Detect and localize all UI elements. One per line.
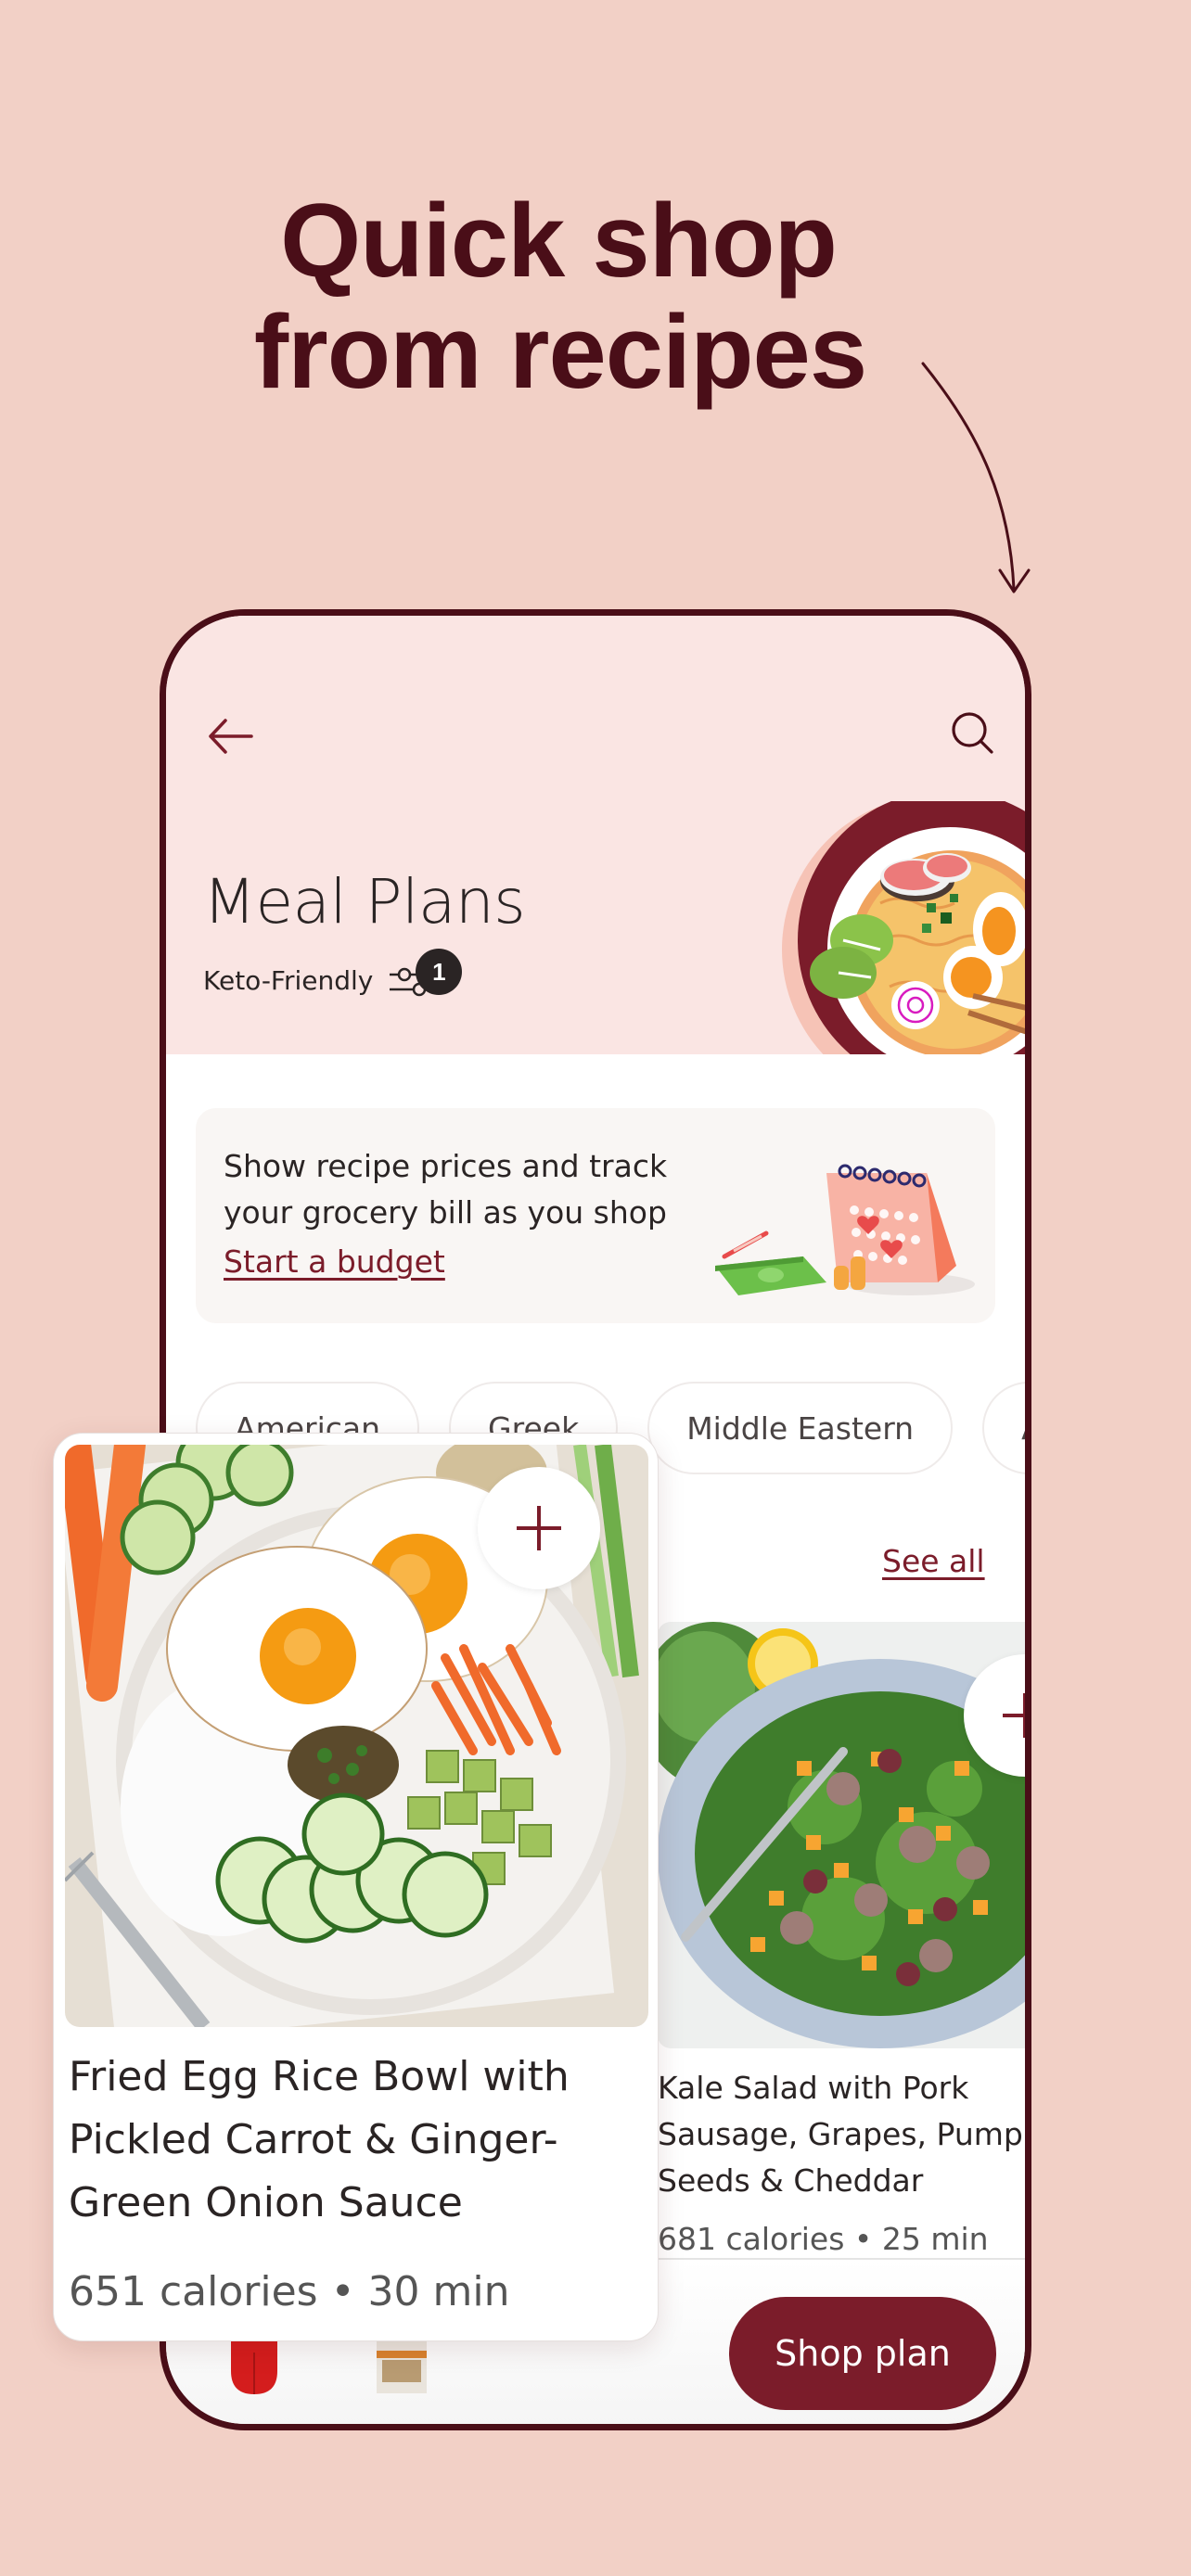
- featured-recipe-card[interactable]: Fried Egg Rice Bowl with Pickled Carrot …: [53, 1433, 659, 2341]
- budget-promo-text: Show recipe prices and track your grocer…: [224, 1148, 668, 1231]
- recipe-title-line: Seeds & Cheddar: [658, 2162, 924, 2199]
- recipe-title: Fried Egg Rice Bowl with Pickled Carrot …: [69, 2053, 570, 2226]
- start-budget-link[interactable]: Start a budget: [224, 1243, 445, 1280]
- search-icon: [952, 712, 993, 754]
- plus-icon: [517, 1506, 561, 1550]
- hero-header: Meal Plans Keto-Friendly 1: [166, 616, 1025, 1054]
- chip-middle-eastern[interactable]: Middle Eastern: [647, 1382, 954, 1474]
- recipe-title-line: Kale Salad with Pork: [658, 2070, 969, 2106]
- ingredient-thumb-granola: [375, 2341, 430, 2401]
- recipe-meta: 681 calories • 25 min: [658, 2221, 989, 2257]
- back-button[interactable]: [203, 707, 259, 762]
- filter-label: Keto-Friendly: [203, 964, 374, 996]
- arrow-left-icon: [209, 719, 253, 754]
- add-recipe-button[interactable]: [478, 1467, 600, 1589]
- page-title: Meal Plans: [203, 866, 526, 937]
- recipe-card[interactable]: Kale Salad with Pork Sausage, Grapes, Pu…: [658, 1622, 1031, 2327]
- calendar-budget-illustration: [715, 1127, 984, 1312]
- active-filter: Keto-Friendly 1: [203, 949, 463, 1006]
- recipe-title: Kale Salad with Pork Sausage, Grapes, Pu…: [658, 2065, 1031, 2204]
- shop-plan-button[interactable]: Shop plan: [729, 2297, 996, 2410]
- filter-button[interactable]: 1: [388, 949, 463, 1006]
- filter-count-badge: 1: [416, 949, 463, 995]
- budget-promo-card: Show recipe prices and track your grocer…: [196, 1108, 995, 1323]
- chip-asian[interactable]: Asian: [982, 1382, 1025, 1474]
- plus-icon: [1003, 1693, 1025, 1738]
- recipe-title-line: Sausage, Grapes, Pumpkin: [658, 2116, 1031, 2152]
- recipe-meta: 651 calories • 30 min: [69, 2268, 510, 2315]
- search-button[interactable]: [945, 704, 1001, 759]
- ramen-bowl-illustration: [750, 801, 1025, 1054]
- headline-line-1: Quick shop: [280, 183, 838, 299]
- see-all-link[interactable]: See all: [882, 1543, 985, 1579]
- curved-arrow-icon: [921, 362, 1031, 593]
